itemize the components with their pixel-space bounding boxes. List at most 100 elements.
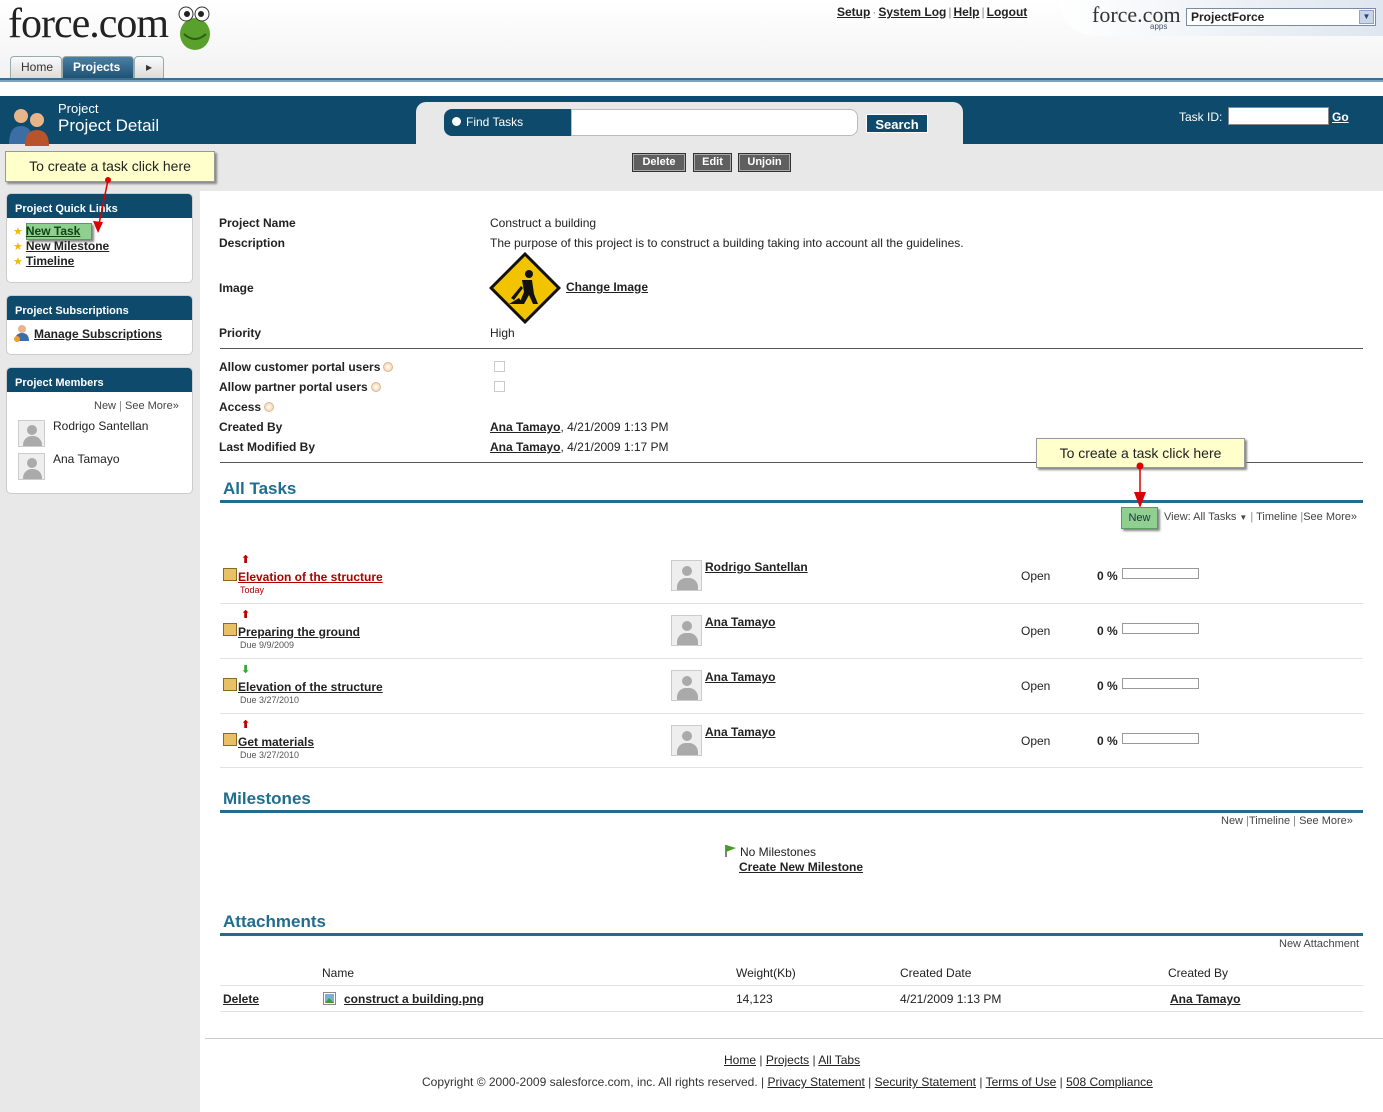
priority-down-icon: ⬇: [241, 664, 251, 676]
task-id-label: Task ID:: [1179, 110, 1223, 124]
task-name-link[interactable]: Get materials: [238, 735, 314, 749]
force-logo[interactable]: force.com: [8, 0, 169, 48]
row-divider: [220, 713, 1363, 714]
attachment-created-by-link[interactable]: Ana Tamayo: [1170, 992, 1240, 1006]
chevron-right-icon: ▸: [145, 60, 153, 74]
task-name-link[interactable]: Elevation of the structure: [238, 570, 383, 584]
unjoin-button[interactable]: Unjoin: [738, 153, 791, 172]
avatar: [18, 453, 45, 480]
terms-of-use-link[interactable]: Terms of Use: [986, 1075, 1057, 1089]
search-input[interactable]: [571, 109, 858, 136]
tab-projects[interactable]: Projects: [62, 56, 134, 78]
page-header-type: Project: [58, 101, 99, 116]
attachment-name-link[interactable]: construct a building.png: [344, 992, 484, 1006]
quick-link-label[interactable]: New Milestone: [26, 239, 109, 253]
created-by-user-link[interactable]: Ana Tamayo: [490, 420, 560, 434]
help-link[interactable]: Help: [953, 5, 979, 19]
allow-partner-label: Allow partner portal users: [219, 380, 381, 394]
task-assignee-link[interactable]: Ana Tamayo: [705, 615, 775, 629]
avatar: [671, 560, 702, 591]
task-due: Due 3/27/2010: [240, 750, 300, 760]
quick-link-label[interactable]: Timeline: [26, 254, 74, 268]
section-underline: [220, 933, 1363, 936]
task-due: Due 3/27/2010: [240, 695, 300, 705]
task-name-link[interactable]: Preparing the ground: [238, 625, 360, 639]
task-progress-bar: [1122, 733, 1199, 744]
members-actions: New | See More»: [94, 400, 179, 412]
attachments-heading: Attachments: [223, 912, 326, 931]
star-icon: ★: [13, 256, 23, 268]
task-assignee-link[interactable]: Ana Tamayo: [705, 725, 775, 739]
logout-link[interactable]: Logout: [987, 5, 1028, 19]
col-header-created-date: Created Date: [900, 966, 972, 980]
tab-home[interactable]: Home: [10, 56, 62, 78]
setup-link[interactable]: Setup: [837, 5, 870, 19]
info-icon[interactable]: [370, 382, 381, 392]
quick-link-timeline[interactable]: ★ Timeline: [13, 254, 74, 268]
image-label: Image: [219, 281, 254, 295]
create-milestone-link[interactable]: Create New Milestone: [739, 860, 863, 874]
copyright-text: Copyright © 2000-2009 salesforce.com, in…: [422, 1075, 765, 1089]
app-select[interactable]: ProjectForce ▼: [1186, 8, 1376, 26]
quick-link-new-milestone[interactable]: ★ New Milestone: [13, 239, 109, 253]
allow-customer-checkbox: [494, 361, 505, 372]
system-log-link[interactable]: System Log: [878, 5, 946, 19]
privacy-statement-link[interactable]: Privacy Statement: [767, 1075, 864, 1089]
access-label: Access: [219, 400, 275, 414]
members-new-link[interactable]: New: [94, 400, 116, 412]
manage-subscriptions-link[interactable]: Manage Subscriptions: [34, 327, 162, 341]
task-assignee-link[interactable]: Rodrigo Santellan: [705, 560, 808, 574]
view-all-tasks-select[interactable]: View: All Tasks ▼: [1164, 511, 1247, 523]
project-name-value: Construct a building: [490, 216, 597, 230]
members-see-more-link[interactable]: See More»: [125, 400, 179, 412]
app-select-value: ProjectForce: [1191, 10, 1265, 24]
allow-partner-checkbox: [494, 381, 505, 392]
milestones-new-link[interactable]: New: [1221, 815, 1243, 827]
quick-link-label[interactable]: New Task: [26, 224, 80, 238]
callout-pointer-icon: [1134, 462, 1146, 508]
search-icon: [452, 117, 461, 126]
footer-projects-link[interactable]: Projects: [766, 1053, 809, 1067]
task-assignee-link[interactable]: Ana Tamayo: [705, 670, 775, 684]
new-task-button[interactable]: New: [1121, 507, 1158, 529]
change-image-link[interactable]: Change Image: [566, 280, 648, 294]
priority-up-icon: ⬆: [241, 554, 251, 566]
footer-all-tabs-link[interactable]: All Tabs: [818, 1053, 860, 1067]
task-icon: [223, 623, 237, 636]
project-name-label: Project Name: [219, 216, 296, 230]
go-link[interactable]: Go: [1332, 110, 1349, 124]
task-percent: 0 %: [1097, 569, 1118, 583]
modified-by-user-link[interactable]: Ana Tamayo: [490, 440, 560, 454]
quick-link-new-task[interactable]: ★ New Task: [13, 224, 80, 238]
milestones-heading: Milestones: [223, 789, 311, 808]
footer-home-link[interactable]: Home: [724, 1053, 756, 1067]
tasks-view-controls: View: All Tasks ▼ | Timeline |See More»: [1164, 511, 1358, 523]
tasks-see-more-link[interactable]: See More»: [1303, 511, 1357, 523]
task-progress-bar: [1122, 623, 1199, 634]
member-name: Ana Tamayo: [53, 452, 120, 466]
modified-by-value: Ana Tamayo, 4/21/2009 1:17 PM: [490, 440, 669, 454]
tab-more-arrow[interactable]: ▸: [134, 56, 164, 78]
tasks-timeline-link[interactable]: Timeline: [1256, 511, 1297, 523]
attachment-created-date: 4/21/2009 1:13 PM: [900, 992, 1002, 1006]
security-statement-link[interactable]: Security Statement: [875, 1075, 976, 1089]
col-header-weight: Weight(Kb): [736, 966, 796, 980]
task-id-input[interactable]: [1228, 107, 1329, 125]
info-icon[interactable]: [264, 402, 275, 412]
delete-button[interactable]: Delete: [632, 153, 686, 172]
search-button[interactable]: Search: [866, 114, 928, 133]
priority-label: Priority: [219, 326, 262, 340]
508-compliance-link[interactable]: 508 Compliance: [1066, 1075, 1153, 1089]
all-tasks-heading: All Tasks: [223, 479, 297, 498]
modified-by-label: Last Modified By: [219, 440, 316, 454]
milestones-see-more-link[interactable]: See More»: [1299, 815, 1353, 827]
edit-button[interactable]: Edit: [693, 153, 732, 172]
project-people-icon: [9, 109, 49, 146]
delete-attachment-link[interactable]: Delete: [223, 992, 259, 1006]
info-icon[interactable]: [383, 362, 394, 372]
section-underline: [220, 500, 1363, 503]
new-attachment-link[interactable]: New Attachment: [1279, 938, 1359, 950]
task-name-link[interactable]: Elevation of the structure: [238, 680, 383, 694]
subscriptions-box: Project Subscriptions: [6, 295, 193, 355]
milestones-timeline-link[interactable]: Timeline: [1249, 815, 1290, 827]
